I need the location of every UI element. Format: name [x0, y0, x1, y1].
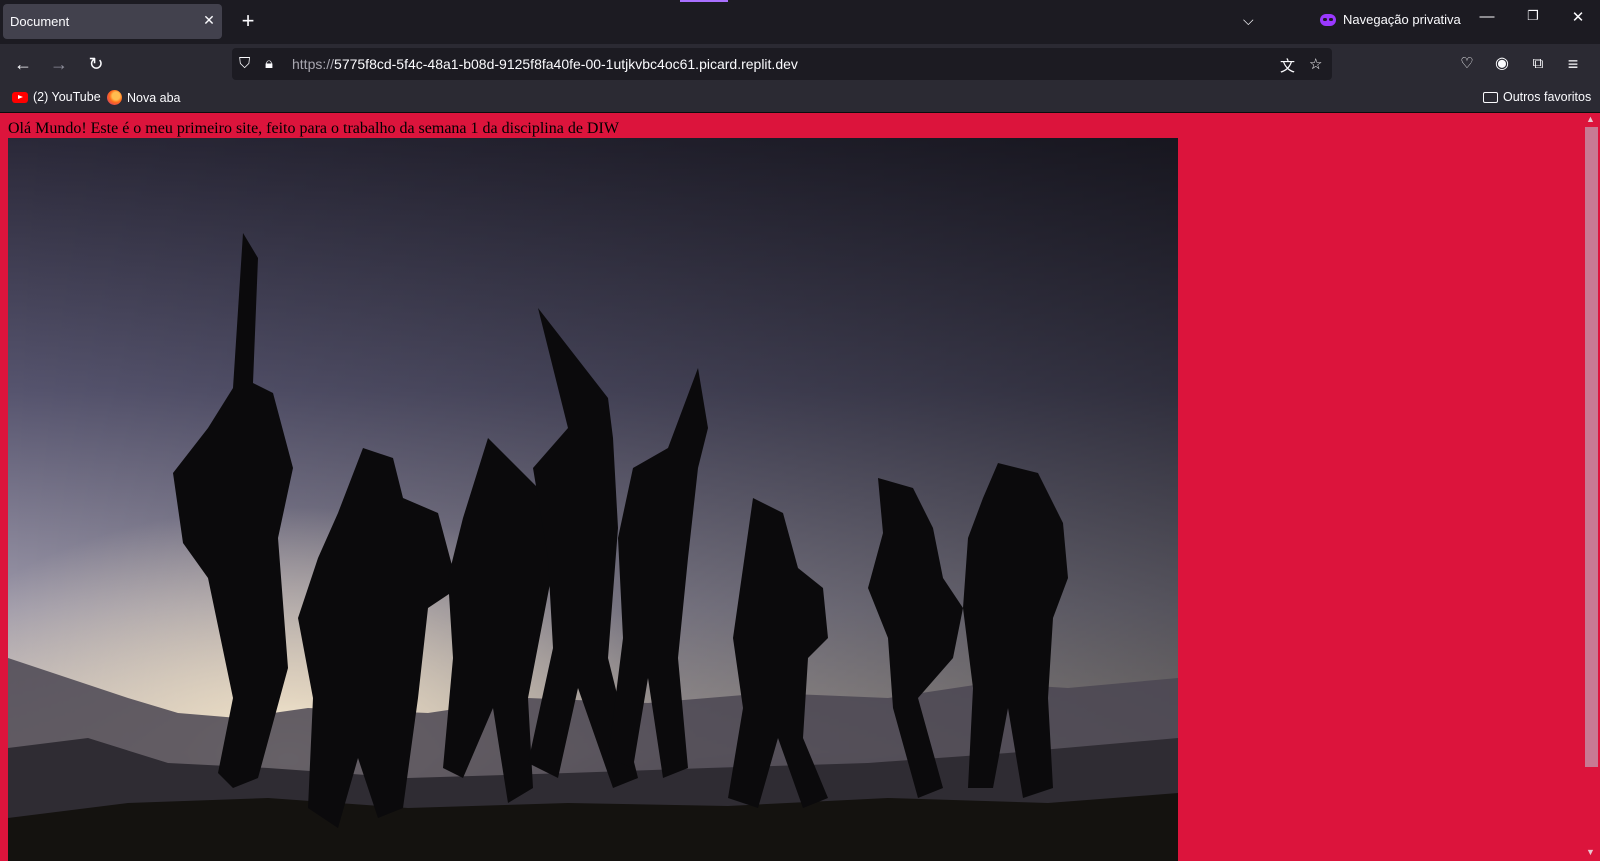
bookmark-label: (2) YouTube: [33, 90, 101, 104]
page-heading-text: Olá Mundo! Este é o meu primeiro site, f…: [8, 120, 619, 137]
navigation-toolbar: ← → ↻ ⛉ 🔒︎ https://5775f8cd-5f4c-48a1-b0…: [0, 44, 1600, 84]
private-mask-icon: [1320, 13, 1336, 26]
bookmarks-toolbar: (2) YouTube Nova aba Outros favoritos: [0, 84, 1600, 113]
restore-icon[interactable]: ❐: [1518, 8, 1548, 24]
scroll-down-arrow-icon[interactable]: ▼: [1586, 847, 1595, 857]
tab-title: Document: [10, 14, 70, 29]
other-bookmarks-folder[interactable]: Outros favoritos: [1483, 90, 1591, 104]
vertical-scrollbar[interactable]: ▲ ▼: [1583, 113, 1600, 861]
lock-icon[interactable]: 🔒︎: [265, 55, 273, 72]
shield-icon[interactable]: ⛉: [239, 55, 250, 72]
url-text[interactable]: https://5775f8cd-5f4c-48a1-b08d-9125f8fa…: [292, 56, 798, 72]
list-all-tabs-icon[interactable]: ⌵: [1243, 12, 1254, 29]
scroll-up-arrow-icon[interactable]: ▲: [1586, 114, 1595, 124]
url-scheme: https://: [292, 56, 335, 72]
bookmark-nova-aba[interactable]: Nova aba: [107, 90, 181, 105]
youtube-icon: [12, 91, 28, 103]
private-browsing-indicator: Navegação privativa: [1320, 12, 1461, 27]
bookmark-youtube[interactable]: (2) YouTube: [12, 90, 101, 104]
reload-icon[interactable]: ↻: [85, 53, 107, 75]
minimize-icon[interactable]: —: [1472, 8, 1502, 25]
extensions-icon[interactable]: ⧉: [1527, 53, 1549, 75]
star-bookmark-icon[interactable]: ☆: [1309, 55, 1322, 73]
scrollbar-thumb[interactable]: [1585, 127, 1598, 767]
tab-strip-accent: [680, 0, 728, 2]
new-tab-icon[interactable]: +: [236, 10, 260, 34]
private-browsing-label: Navegação privativa: [1343, 12, 1461, 27]
hero-photo: [8, 138, 1178, 861]
bookmark-label: Nova aba: [127, 90, 181, 105]
forward-arrow-icon[interactable]: →: [48, 53, 70, 75]
close-tab-icon[interactable]: ✕: [200, 11, 218, 29]
translate-icon[interactable]: 文: [1280, 55, 1295, 76]
pocket-icon[interactable]: ♡: [1456, 53, 1478, 75]
window-close-icon[interactable]: ✕: [1563, 8, 1593, 26]
sunset-silhouettes-image: [8, 138, 1178, 861]
other-bookmarks-label: Outros favoritos: [1503, 90, 1592, 104]
url-host: 5775f8cd-5f4c-48a1-b08d-9125f8fa40fe-00-…: [334, 56, 798, 72]
page-content: Olá Mundo! Este é o meu primeiro site, f…: [0, 113, 1583, 861]
address-bar[interactable]: ⛉ 🔒︎ https://5775f8cd-5f4c-48a1-b08d-912…: [232, 48, 1332, 80]
tab-document[interactable]: Document ✕: [3, 4, 222, 39]
back-arrow-icon[interactable]: ←: [12, 53, 34, 75]
menu-hamburger-icon[interactable]: ≡: [1562, 53, 1584, 75]
account-icon[interactable]: ◉: [1491, 53, 1513, 75]
firefox-icon: [107, 90, 122, 105]
tab-strip: Document ✕ + ⌵ Navegação privativa — ❐ ✕: [0, 0, 1600, 44]
folder-icon: [1483, 91, 1498, 103]
